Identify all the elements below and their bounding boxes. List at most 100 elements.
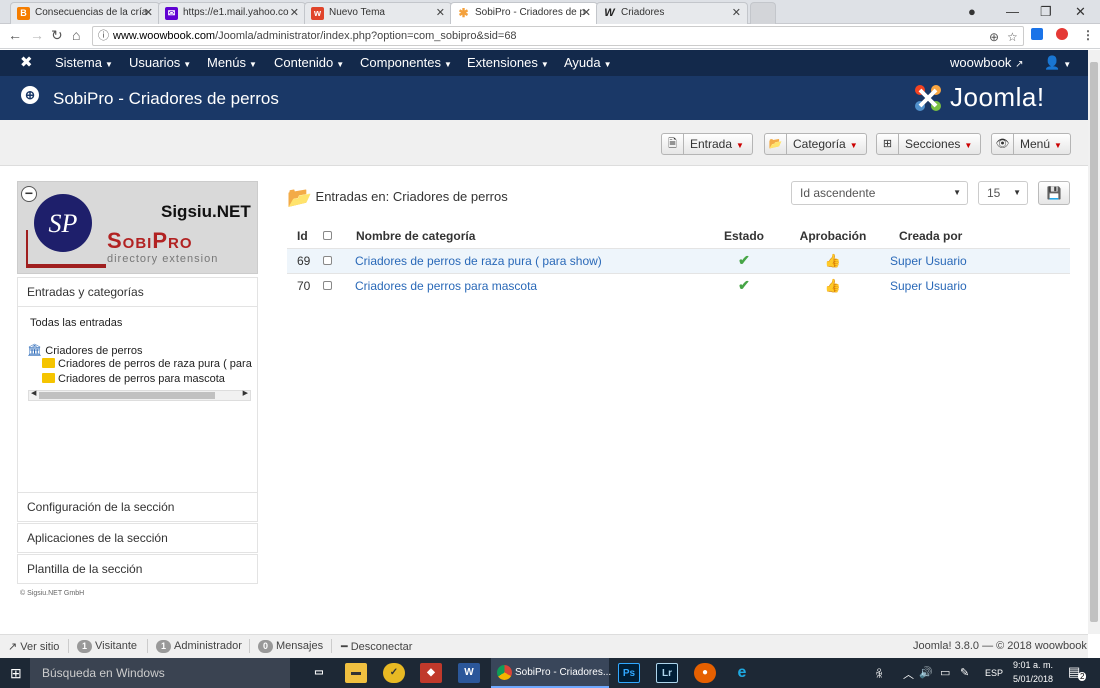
zoom-icon[interactable]: ⊕ — [989, 28, 999, 46]
sidebar-item-config[interactable]: Configuración de la sección — [17, 492, 258, 522]
row-approval: 👍 — [789, 247, 877, 273]
menu-button[interactable]: 👁 Menú ▼ — [991, 133, 1071, 155]
norton-icon[interactable]: ✓ — [383, 663, 405, 683]
joomla-menu-icon[interactable]: ✖ — [20, 53, 33, 71]
col-author[interactable]: Creada por — [877, 224, 1070, 248]
row-checkbox[interactable] — [323, 280, 332, 290]
browser-tab-2[interactable]: ✉ https://e1.mail.yahoo.co ✕ — [158, 2, 306, 24]
secciones-button[interactable]: ⊞ Secciones ▼ — [876, 133, 982, 155]
menu-usuarios[interactable]: Usuarios ▼ — [129, 55, 191, 70]
close-icon[interactable]: ✕ — [144, 3, 153, 23]
menu-label: Ayuda — [564, 55, 601, 70]
clock-date[interactable]: 5/01/2018 — [1013, 674, 1053, 684]
thumbs-up-icon[interactable]: 👍 — [825, 253, 841, 268]
page-scroll-thumb[interactable] — [1090, 62, 1098, 622]
author-link[interactable]: Super Usuario — [890, 254, 967, 268]
people-icon[interactable]: ꆜ — [875, 666, 884, 681]
author-link[interactable]: Super Usuario — [890, 279, 967, 293]
browser-tab-4[interactable]: ✱ SobiPro - Criadores de p ✕ — [450, 2, 598, 25]
tree-hscrollbar[interactable]: ◀ ▶ — [28, 390, 251, 401]
menu-contenido[interactable]: Contenido ▼ — [274, 55, 344, 70]
lightroom-icon[interactable]: Lr — [656, 663, 678, 683]
taskbar-search[interactable]: Búsqueda en Windows — [30, 658, 290, 688]
scroll-right-icon[interactable]: ▶ — [243, 389, 248, 397]
windows-start-icon[interactable]: ⊞ — [10, 665, 22, 682]
chevron-down-icon: ▼ — [953, 188, 961, 197]
minimize-icon[interactable]: — — [1006, 4, 1019, 19]
close-icon[interactable]: ✕ — [732, 3, 741, 23]
word-icon[interactable]: W — [458, 663, 480, 683]
messages-link[interactable]: 0 Mensajes — [258, 640, 323, 653]
file-explorer-icon[interactable]: ▬ — [345, 663, 367, 683]
site-link[interactable]: woowbook ↗ — [950, 55, 1023, 70]
taskbar-chrome[interactable]: SobiPro - Criadores... — [491, 658, 611, 688]
new-tab-button[interactable] — [750, 2, 776, 24]
adblock-icon[interactable] — [1056, 28, 1068, 40]
col-approval[interactable]: Aprobación — [789, 224, 877, 248]
chrome-menu-icon[interactable]: ⋮ — [1082, 28, 1094, 42]
sidebar-item-apps[interactable]: Aplicaciones de la sección — [17, 523, 258, 553]
save-order-button[interactable]: 💾 — [1038, 181, 1070, 205]
reload-icon[interactable]: ↻ — [51, 27, 63, 44]
view-site-link[interactable]: ↗ Ver sitio — [8, 640, 59, 653]
tree-hscroll-thumb[interactable] — [39, 392, 215, 399]
menu-menus[interactable]: Menús ▼ — [207, 55, 257, 70]
col-id[interactable]: Id — [287, 224, 323, 248]
language-indicator[interactable]: ESP — [985, 668, 1003, 678]
browser-tab-3[interactable]: w Nuevo Tema ✕ — [304, 2, 452, 24]
check-icon[interactable]: ✔ — [738, 277, 750, 293]
browser-tab-5[interactable]: W Criadores ✕ — [596, 2, 748, 24]
browser-tab-1[interactable]: B Consecuencias de la cría ✕ — [10, 2, 160, 24]
firefox-icon[interactable]: ● — [694, 663, 716, 683]
menu-extensiones[interactable]: Extensiones ▼ — [467, 55, 549, 70]
shield-app-icon[interactable]: ◆ — [420, 663, 442, 683]
tray-chevron-icon[interactable]: ︿ — [903, 666, 914, 682]
profile-icon[interactable]: ● — [968, 4, 976, 19]
col-name[interactable]: Nombre de categoría — [355, 224, 699, 248]
close-icon[interactable]: ✕ — [582, 3, 591, 23]
user-menu[interactable]: 👤 ▼ — [1044, 55, 1071, 71]
tree-child-1[interactable]: Criadores de perros de raza pura ( para — [42, 358, 252, 370]
home-icon[interactable]: ⌂ — [72, 27, 80, 43]
menu-sistema[interactable]: Sistema ▼ — [55, 55, 113, 70]
admins-link[interactable]: 1 Administrador — [156, 640, 242, 653]
menu-componentes[interactable]: Componentes ▼ — [360, 55, 452, 70]
col-status[interactable]: Estado — [699, 224, 789, 248]
clock-time[interactable]: 9:01 a. m. — [1013, 660, 1053, 670]
logout-link[interactable]: ━ Desconectar — [341, 640, 412, 653]
all-entries-link[interactable]: Todas las entradas — [30, 317, 122, 329]
check-icon[interactable]: ✔ — [738, 252, 750, 268]
thumbs-up-icon[interactable]: 👍 — [825, 278, 841, 293]
limit-select[interactable]: 15 ▼ — [978, 181, 1028, 205]
close-icon[interactable]: ✕ — [290, 3, 299, 23]
select-all-checkbox[interactable] — [323, 230, 332, 240]
sort-select[interactable]: Id ascendente ▼ — [791, 181, 968, 205]
categoria-button[interactable]: 📂 Categoría ▼ — [764, 133, 867, 155]
ie-icon[interactable]: e — [731, 663, 753, 683]
back-icon[interactable]: ← — [8, 27, 22, 43]
category-link[interactable]: Criadores de perros de raza pura ( para … — [355, 254, 602, 268]
task-view-icon[interactable]: ▭ — [308, 663, 330, 683]
tree-root[interactable]: 🏛 Criadores de perros — [27, 343, 143, 357]
bookmark-star-icon[interactable]: ☆ — [1007, 28, 1018, 46]
tree-child-2[interactable]: Criadores de perros para mascota — [42, 373, 225, 385]
extension-icon[interactable] — [1031, 28, 1043, 40]
pen-icon[interactable]: ✎ — [960, 666, 969, 679]
forward-icon[interactable]: → — [30, 27, 44, 43]
window-close-icon[interactable]: ✕ — [1075, 4, 1086, 20]
photoshop-icon[interactable]: Ps — [618, 663, 640, 683]
category-link[interactable]: Criadores de perros para mascota — [355, 279, 537, 293]
maximize-icon[interactable]: ❐ — [1040, 4, 1052, 20]
volume-icon[interactable]: 🔊 — [919, 666, 933, 679]
sidebar-item-template[interactable]: Plantilla de la sección — [17, 554, 258, 584]
entrada-button[interactable]: 🗎 Entrada ▼ — [661, 133, 753, 155]
url-input[interactable]: ⓘ www.woowbook.com/Joomla/administrator/… — [92, 26, 1024, 46]
menu-ayuda[interactable]: Ayuda ▼ — [564, 55, 612, 70]
visitors-link[interactable]: 1 Visitante — [77, 640, 137, 653]
scroll-left-icon[interactable]: ◀ — [31, 389, 36, 397]
row-checkbox[interactable] — [323, 255, 332, 265]
close-icon[interactable]: ✕ — [436, 3, 445, 23]
sidebar-item-entradas[interactable]: Entradas y categorías — [17, 277, 258, 307]
network-icon[interactable]: ▭ — [940, 666, 950, 679]
logo-subtitle: directory extension — [107, 253, 219, 265]
